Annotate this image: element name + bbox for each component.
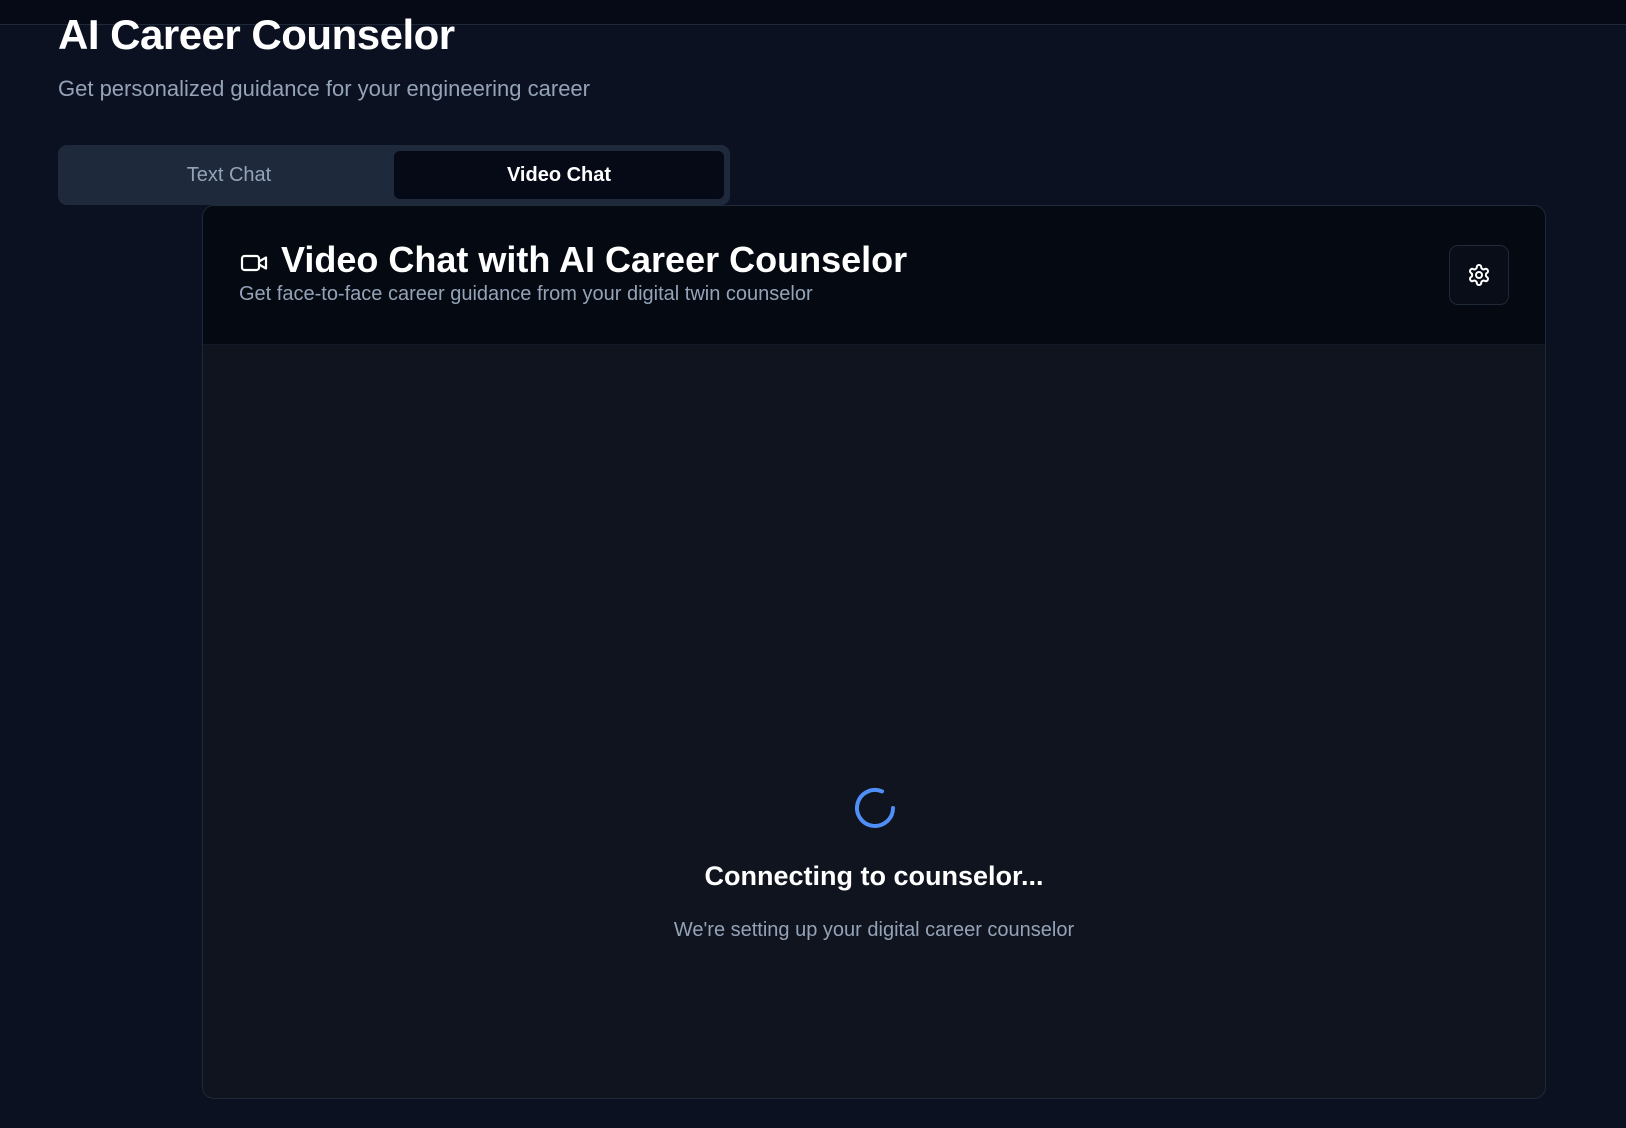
page-subtitle: Get personalized guidance for your engin… — [58, 76, 590, 101]
connection-status-text: We're setting up your digital career cou… — [673, 919, 1075, 941]
video-chat-title: Video Chat with AI Career Counselor — [281, 239, 908, 280]
loading-spinner-icon — [855, 787, 895, 828]
video-area: Connecting to counselor... We're setting… — [203, 345, 1545, 1098]
connection-status-title: Connecting to counselor... — [704, 861, 1044, 891]
settings-button[interactable] — [1449, 245, 1509, 305]
video-chat-header: Video Chat with AI Career Counselor Get … — [203, 206, 1545, 345]
video-chat-card: Video Chat with AI Career Counselor Get … — [202, 205, 1546, 1099]
tab-text-chat[interactable]: Text Chat — [64, 151, 394, 199]
chat-mode-tabs: Text Chat Video Chat — [58, 145, 730, 205]
page-title: AI Career Counselor — [58, 11, 455, 58]
tab-video-chat[interactable]: Video Chat — [394, 151, 724, 199]
video-chat-subtitle: Get face-to-face career guidance from yo… — [239, 283, 813, 305]
video-camera-icon — [240, 254, 268, 272]
gear-icon — [1469, 264, 1489, 286]
